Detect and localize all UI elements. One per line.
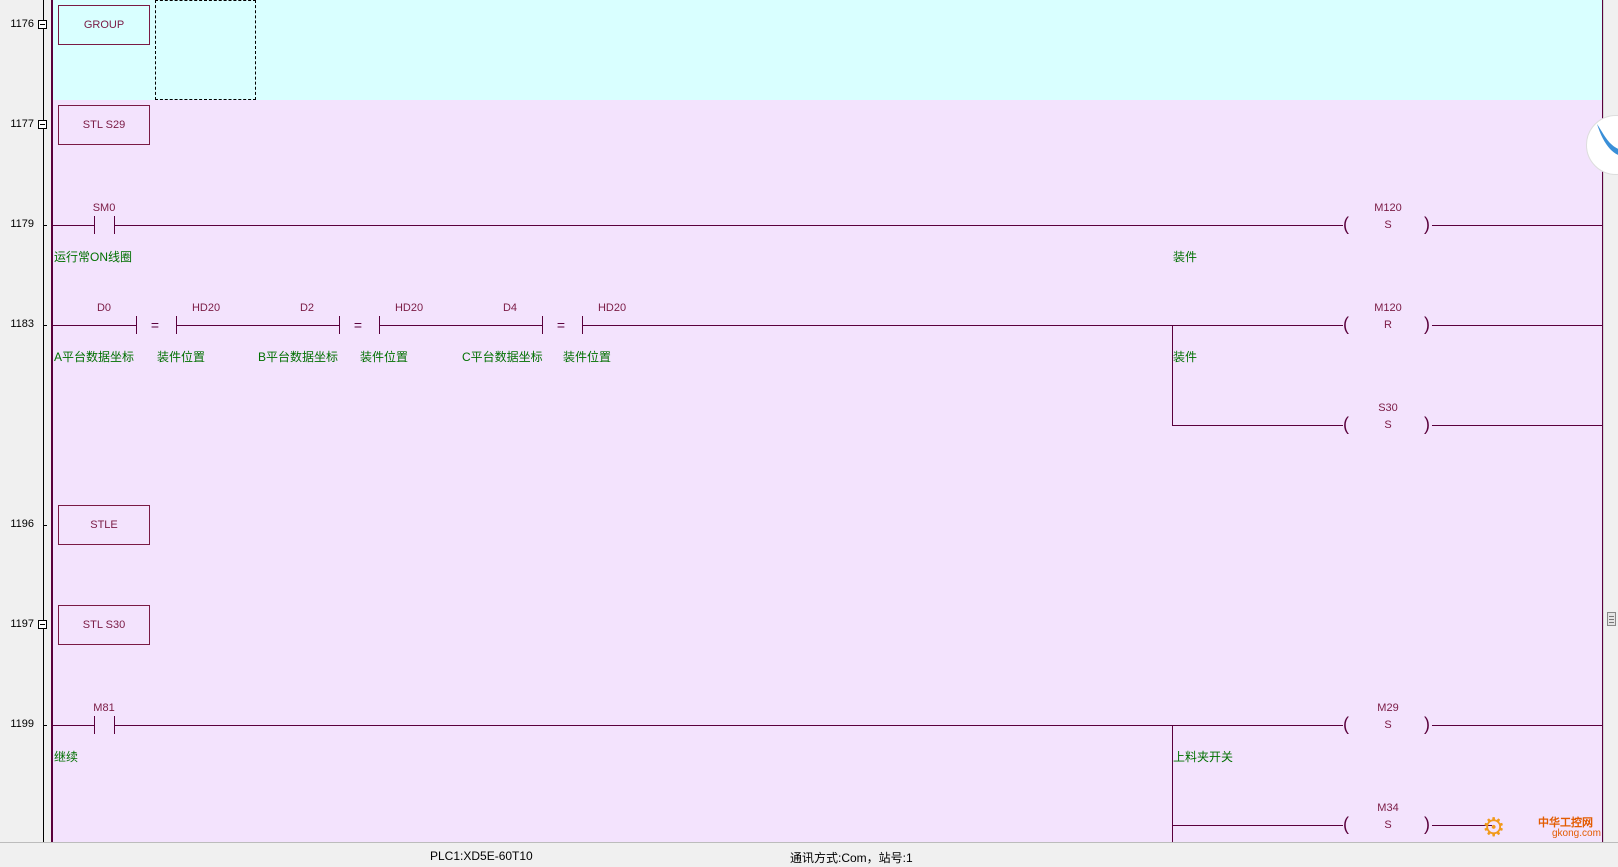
gear-icon: ⚙: [1482, 812, 1506, 842]
collapse-toggle-icon[interactable]: [38, 620, 47, 629]
collapse-toggle-icon[interactable]: [38, 20, 47, 29]
coil-right-paren: ): [1424, 714, 1430, 734]
rung-wire: [1172, 425, 1343, 426]
compare-left-bar: [136, 316, 137, 334]
watermark-url: gkong.com: [1552, 828, 1601, 839]
cell-selection-cursor[interactable]: [155, 0, 256, 100]
coil-left-paren: (: [1343, 714, 1349, 734]
group-block[interactable]: GROUP: [58, 5, 150, 45]
collapse-toggle-icon[interactable]: [38, 120, 47, 129]
rung-wire: [1432, 425, 1602, 426]
row-number: 1176: [10, 18, 34, 30]
status-bar: PLC1:XD5E-60T10 通讯方式:Com，站号:1: [0, 842, 1618, 867]
rung-wire: [115, 725, 1343, 726]
compare-left-bar: [339, 316, 340, 334]
left-power-rail: [51, 0, 53, 842]
coil-left-paren: (: [1343, 414, 1349, 434]
rung-wire: [177, 325, 339, 326]
row-number: 1197: [10, 618, 34, 630]
row-tick: [43, 325, 47, 326]
row-number: 1179: [10, 218, 34, 230]
compare-b-label: HD20: [394, 302, 424, 314]
coil-comment: 上料夹开关: [1173, 750, 1234, 764]
watermark: ⚙ 中华工控网 gkong.com: [1482, 812, 1618, 842]
coil-label: M120: [1374, 202, 1402, 214]
compare-op: =: [353, 317, 363, 333]
coil-comment: 装件: [1173, 250, 1198, 264]
rung-wire: [1432, 325, 1602, 326]
rung-wire: [380, 325, 542, 326]
row-number: 1199: [10, 718, 34, 730]
rung-wire: [53, 725, 94, 726]
coil-left-paren: (: [1343, 814, 1349, 834]
compare-b-comment: 装件位置: [360, 350, 409, 364]
row-tick: [43, 725, 47, 726]
row-number: 1196: [10, 518, 34, 530]
rung-wire: [53, 225, 94, 226]
coil-comment: 装件: [1173, 350, 1198, 364]
status-comm-mode: 通讯方式:Com，站号:1: [790, 851, 913, 865]
compare-b-label: HD20: [191, 302, 221, 314]
branch-wire: [1172, 325, 1173, 425]
compare-a-label: D2: [299, 302, 315, 314]
row-number: 1177: [10, 118, 34, 130]
rung-wire: [53, 325, 136, 326]
coil-left-paren: (: [1343, 314, 1349, 334]
rung-wire: [1172, 825, 1343, 826]
coil-label: M120: [1374, 302, 1402, 314]
compare-a-comment: A平台数据坐标: [54, 350, 135, 364]
coil-right-paren: ): [1424, 414, 1430, 434]
compare-left-bar: [542, 316, 543, 334]
compare-a-comment: C平台数据坐标: [462, 350, 543, 364]
contact-label: SM0: [92, 202, 116, 214]
compare-b-comment: 装件位置: [157, 350, 206, 364]
compare-a-label: D0: [96, 302, 112, 314]
row-number: 1183: [10, 318, 34, 330]
coil-op: S: [1384, 219, 1392, 231]
coil-op: S: [1384, 419, 1392, 431]
coil-right-paren: ): [1424, 814, 1430, 834]
coil-label: M34: [1377, 802, 1399, 814]
rung-wire: [115, 225, 1343, 226]
compare-b-label: HD20: [597, 302, 627, 314]
coil-op: S: [1384, 719, 1392, 731]
row-tick: [43, 525, 47, 526]
coil-op: R: [1384, 319, 1392, 331]
contact-left-bar: [94, 216, 95, 234]
contact-comment: 运行常ON线圈: [54, 250, 133, 264]
compare-op: =: [150, 317, 160, 333]
rung-wire: [583, 325, 1343, 326]
contact-left-bar: [94, 716, 95, 734]
rung-wire: [1432, 225, 1602, 226]
status-plc-model: PLC1:XD5E-60T10: [430, 849, 533, 863]
stle-block[interactable]: STLE: [58, 505, 150, 545]
scrollbar-thumb[interactable]: [1607, 612, 1616, 626]
coil-right-paren: ): [1424, 214, 1430, 234]
compare-a-comment: B平台数据坐标: [258, 350, 339, 364]
coil-op: S: [1384, 819, 1392, 831]
coil-label: M29: [1377, 702, 1399, 714]
coil-left-paren: (: [1343, 214, 1349, 234]
compare-op: =: [556, 317, 566, 333]
group-band: [52, 0, 1604, 100]
stl-block[interactable]: STL S29: [58, 105, 150, 145]
stl-block[interactable]: STL S30: [58, 605, 150, 645]
rung-wire: [1432, 725, 1602, 726]
coil-right-paren: ): [1424, 314, 1430, 334]
compare-a-label: D4: [502, 302, 518, 314]
compare-b-comment: 装件位置: [563, 350, 612, 364]
row-tick: [43, 225, 47, 226]
coil-label: S30: [1378, 402, 1398, 414]
contact-label: M81: [93, 702, 115, 714]
contact-comment: 继续: [54, 750, 79, 764]
